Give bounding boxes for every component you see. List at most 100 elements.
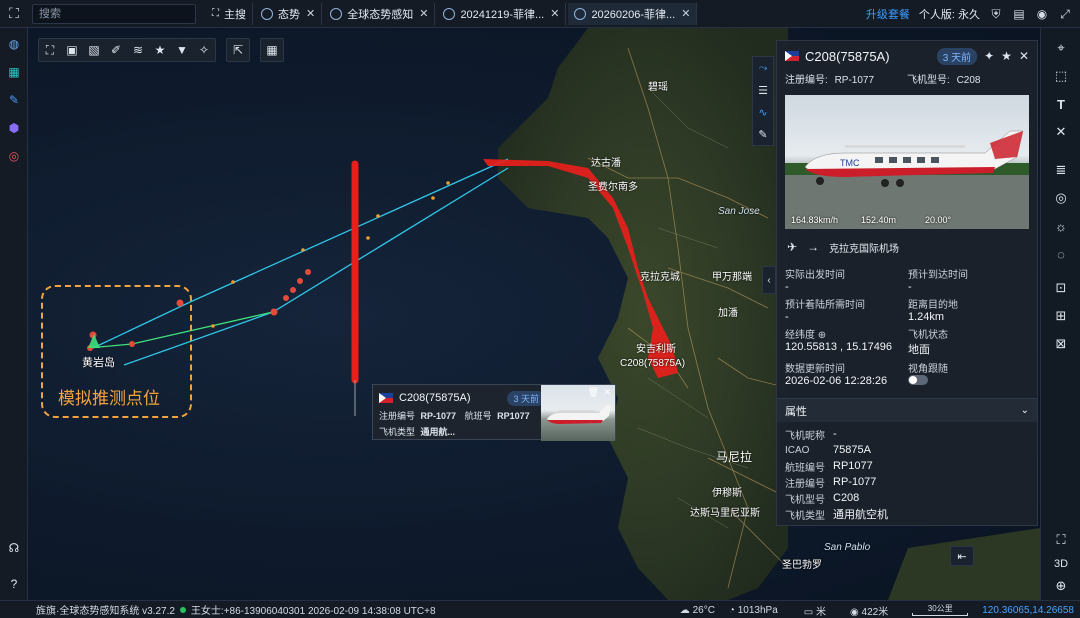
signal-icon[interactable]: ◎	[1050, 188, 1072, 208]
prop-value: 通用航空机	[833, 509, 888, 521]
collapse-panel-button[interactable]: ‹	[762, 266, 776, 294]
tab-situation[interactable]: 态势 ✕	[255, 2, 323, 25]
layers-list-button[interactable]: ⇤	[950, 546, 974, 566]
field-value: 120.55813 , 15.17496	[785, 341, 893, 353]
unit-value[interactable]: 米	[816, 607, 826, 618]
field-label: 距离目的地	[908, 300, 958, 311]
mode-3d-button[interactable]: 3D	[1050, 554, 1072, 574]
field-label-with-icon: 经纬度 ⊕	[785, 326, 908, 341]
track-toggle-icon[interactable]: ⤳	[753, 57, 773, 79]
weather-icon[interactable]: ☼	[1050, 216, 1072, 236]
tab-20260206[interactable]: 20260206-菲律... ✕	[568, 2, 698, 25]
annotation-label: 模拟推测点位	[58, 389, 160, 408]
track-arrows	[211, 181, 450, 328]
prop-value: 75875A	[833, 444, 871, 456]
star-icon[interactable]: ★	[149, 39, 171, 61]
tools-icon[interactable]: ✕	[1050, 122, 1072, 142]
camera-icon: ◉	[850, 606, 862, 618]
calendar-icon[interactable]: ▦	[4, 62, 24, 82]
field-arrival: 预计到达时间 -	[908, 266, 1031, 293]
field-value: -	[908, 281, 912, 293]
pin-icon[interactable]: ✦	[984, 49, 994, 63]
note-icon[interactable]: ✐	[105, 39, 127, 61]
cursor-coords: 120.36065,14.26658	[982, 604, 1074, 616]
stack-icon[interactable]: ≣	[1050, 160, 1072, 180]
shield-icon[interactable]: ⛨	[989, 7, 1003, 21]
help-icon[interactable]: ?	[4, 574, 24, 594]
locate-icon[interactable]: ⊕	[818, 330, 826, 341]
camera-icon[interactable]: ◉	[1035, 7, 1049, 21]
location-pin-icon[interactable]: ⌖	[1050, 38, 1072, 58]
close-icon[interactable]: ✕	[1019, 49, 1029, 63]
camera-height: ◉ 422米	[850, 603, 888, 618]
map-book-icon[interactable]: ⛶	[1050, 530, 1072, 550]
altitude-stat: 152.40m	[861, 215, 897, 225]
reg-field: 注册编号: RP-1077	[785, 71, 907, 87]
grid-icon[interactable]: ⊞	[1050, 306, 1072, 326]
layers-icon[interactable]: ≋	[127, 39, 149, 61]
user-plan[interactable]: 个人版: 永久	[919, 6, 980, 22]
trash-icon[interactable]: 🗑	[588, 387, 599, 398]
tab-global-awareness[interactable]: 全球态势感知 ✕	[324, 2, 436, 25]
focus-icon[interactable]: ⊡	[1050, 278, 1072, 298]
list-icon[interactable]: ☰	[753, 79, 773, 101]
cube-icon[interactable]: ⬢	[4, 118, 24, 138]
aircraft-illustration: TMC	[785, 130, 1029, 229]
satellite-orbit-icon[interactable]: ◌	[1050, 244, 1072, 264]
headset-icon[interactable]: ☊	[4, 538, 24, 558]
filter-icon[interactable]: ▼	[171, 39, 193, 61]
upgrade-link[interactable]: 升级套餐	[866, 6, 910, 22]
text-icon[interactable]: T	[1050, 94, 1072, 114]
popup-flight-label: 航班号	[464, 411, 492, 421]
search-input[interactable]: 搜索	[32, 3, 196, 24]
tab-20241219[interactable]: 20241219-菲律... ✕	[437, 2, 567, 25]
map-icon[interactable]: ⛶	[39, 39, 61, 61]
edit-icon[interactable]: ✎	[4, 90, 24, 110]
speed-stat: 164.83km/h	[791, 215, 839, 225]
field-label: 预计到达时间	[908, 270, 968, 281]
follow-view-toggle[interactable]	[908, 375, 928, 385]
satellite-icon[interactable]: ✧	[193, 39, 215, 61]
save-icon[interactable]: ▦	[261, 39, 283, 61]
globe-icon	[443, 7, 456, 20]
prop-key: 航班编号	[785, 462, 825, 474]
camera-height-value: 422米	[861, 606, 889, 618]
document-icon[interactable]: ▤	[1012, 7, 1026, 21]
panel-header: C208(75875A) 3 天前 ✦ ★ ✕	[777, 41, 1037, 71]
globe-icon[interactable]: ◍	[4, 34, 24, 54]
field-value: 1.24km	[908, 311, 945, 323]
place-label: 达斯马里尼亚斯	[690, 508, 760, 519]
prop-row: 飞机型号 C208	[785, 490, 1029, 506]
close-icon[interactable]: ✕	[306, 7, 315, 20]
close-icon[interactable]: ✕	[681, 7, 690, 20]
close-icon[interactable]: ✕	[419, 7, 428, 20]
target-icon[interactable]: ◎	[4, 146, 24, 166]
unit: ▭ 米	[804, 603, 826, 618]
close-icon[interactable]: ✕	[603, 387, 611, 398]
user-info: 王女士:+86-13906040301 2026-02-09 14:38:08 …	[190, 606, 436, 617]
tab-bar: ⛶ 主搜 态势 ✕ 全球态势感知 ✕ 20241219-菲律... ✕ 2026…	[206, 0, 699, 28]
fullscreen-icon[interactable]: ⤢	[1058, 7, 1072, 21]
expand-icon[interactable]: ⊠	[1050, 334, 1072, 354]
field-status: 飞机状态 地面	[908, 326, 1031, 357]
image-search-icon[interactable]: ▧	[83, 39, 105, 61]
plane-marker-label[interactable]: C208(75875A)	[620, 358, 685, 369]
star-icon[interactable]: ★	[1001, 49, 1012, 63]
online-status-icon	[179, 606, 186, 613]
scan-frame-icon[interactable]: ⛶	[0, 0, 28, 28]
share-icon[interactable]: ⇱	[227, 39, 249, 61]
tab-home[interactable]: ⛶ 主搜	[206, 2, 253, 25]
select-area-icon[interactable]: ⬚	[1050, 66, 1072, 86]
aircraft-popup[interactable]: C208(75875A) 3 天前 注册编号 RP-1077 航班号 RP107…	[372, 384, 616, 441]
pencil-icon[interactable]: ✎	[753, 123, 773, 145]
properties-section-header[interactable]: 属性 ⌄	[777, 398, 1037, 422]
prop-row: 注册编号 RP-1077	[785, 474, 1029, 490]
route-icon[interactable]: ∿	[753, 101, 773, 123]
destination: 克拉克国际机场	[829, 243, 900, 255]
panel-subinfo: 注册编号: RP-1077 飞机型号: C208	[777, 71, 1037, 87]
route-row: ✈ → 克拉克国际机场	[777, 234, 1037, 260]
image-icon[interactable]: ▣	[61, 39, 83, 61]
popup-row-2: 飞机类型 通用航...	[379, 425, 545, 438]
close-icon[interactable]: ✕	[550, 7, 559, 20]
compass-icon[interactable]: ⊕	[1050, 576, 1072, 596]
